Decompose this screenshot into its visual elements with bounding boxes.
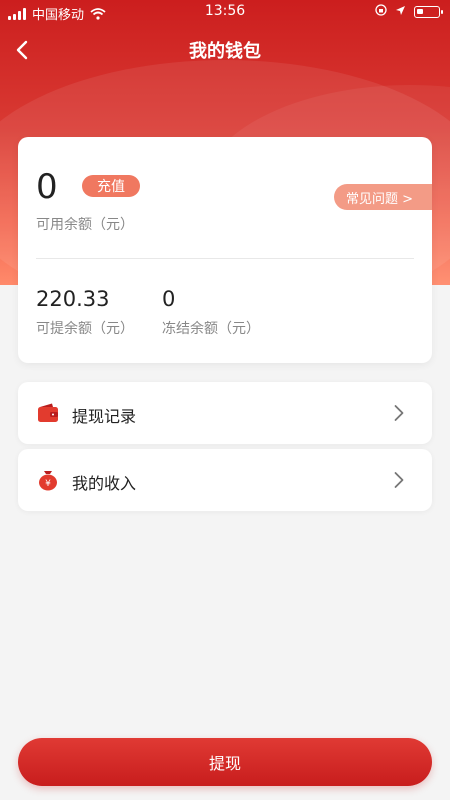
nav-bar: 我的钱包 bbox=[0, 30, 450, 70]
battery-icon bbox=[414, 6, 443, 18]
chevron-right-icon bbox=[394, 404, 404, 422]
withdrawable-balance-value: 220.33 bbox=[36, 287, 110, 311]
menu-item-withdraw-records[interactable]: 提现记录 bbox=[18, 382, 432, 444]
card-divider bbox=[36, 258, 414, 259]
orientation-lock-icon bbox=[375, 4, 387, 20]
page-title: 我的钱包 bbox=[189, 41, 261, 62]
location-icon bbox=[395, 5, 406, 20]
faq-button[interactable]: 常见问题 > bbox=[334, 184, 432, 210]
withdraw-button[interactable]: 提现 bbox=[18, 738, 432, 786]
menu-item-my-income[interactable]: ¥ 我的收入 bbox=[18, 449, 432, 511]
chevron-right-icon bbox=[394, 471, 404, 489]
status-bar: 中国移动 13:56 bbox=[0, 0, 450, 24]
balance-card: 0 充值 可用余额（元） 220.33 可提余额（元） 0 冻结余额（元） bbox=[18, 137, 432, 363]
available-balance-value: 0 bbox=[36, 167, 58, 207]
svg-text:¥: ¥ bbox=[45, 479, 51, 489]
recharge-button[interactable]: 充值 bbox=[82, 175, 140, 197]
frozen-balance-value: 0 bbox=[162, 287, 176, 311]
frozen-balance-label: 冻结余额（元） bbox=[162, 321, 260, 337]
menu-item-label: 提现记录 bbox=[72, 407, 137, 426]
wallet-icon bbox=[37, 402, 59, 424]
available-balance-label: 可用余额（元） bbox=[36, 217, 134, 233]
withdrawable-balance-label: 可提余额（元） bbox=[36, 321, 134, 337]
menu-item-label: 我的收入 bbox=[72, 474, 137, 493]
income-bag-icon: ¥ bbox=[37, 469, 59, 491]
